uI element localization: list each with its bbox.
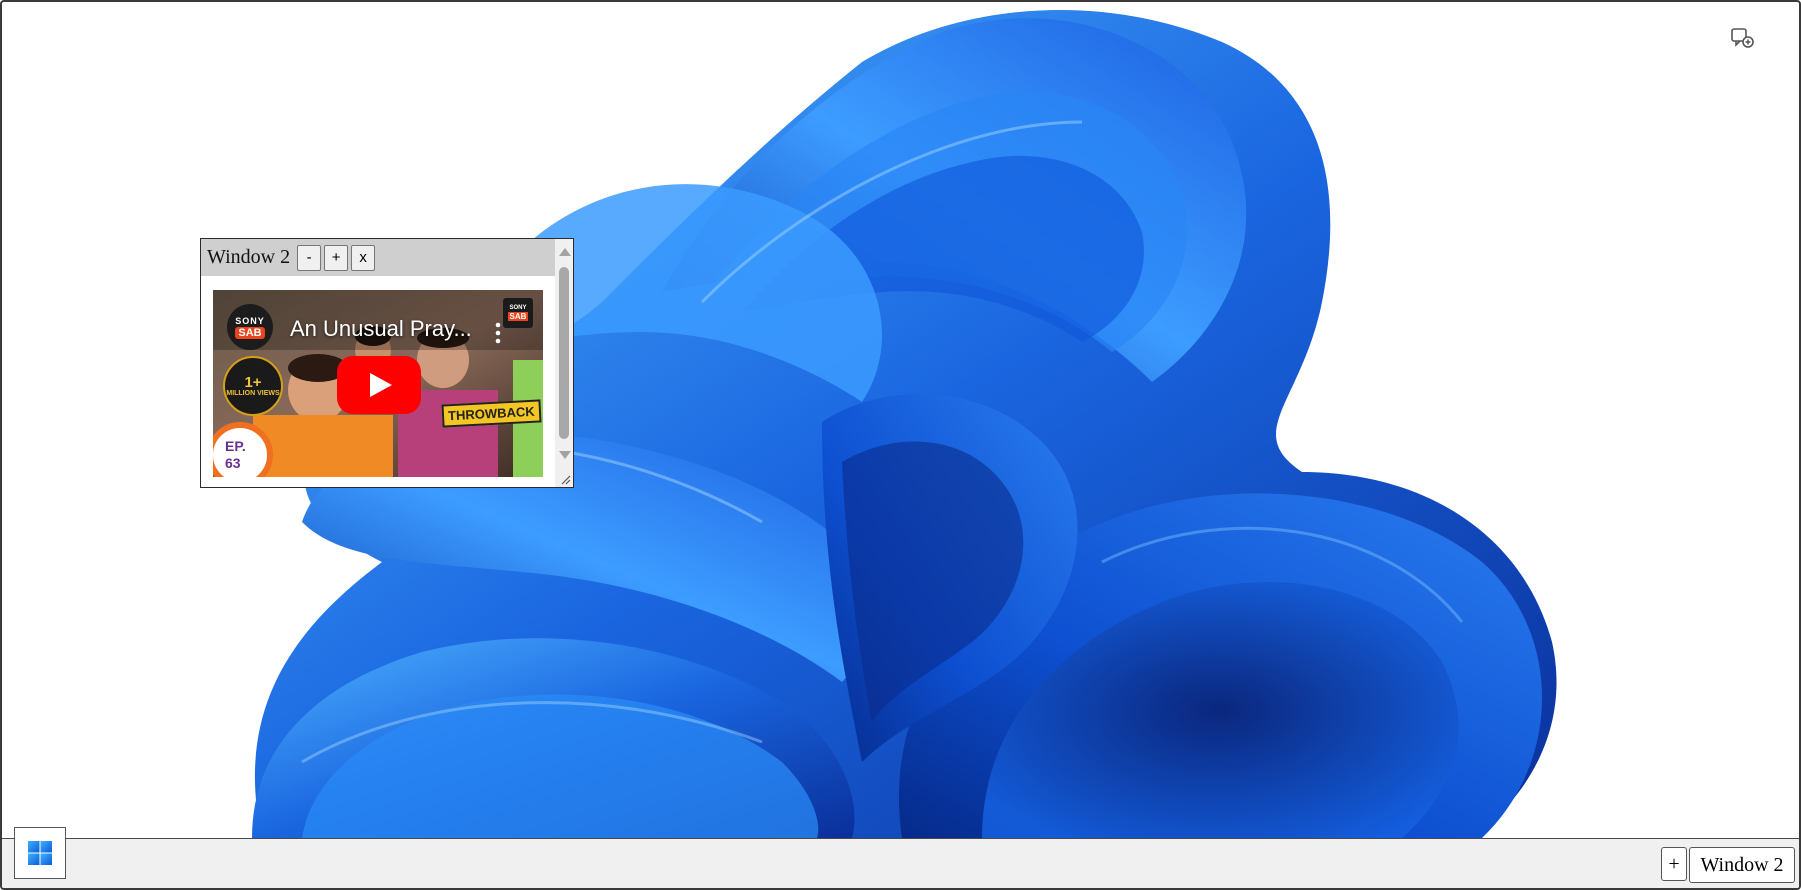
sony-sab-corner-logo: SONY SAB bbox=[503, 298, 533, 328]
scroll-up-arrow-icon[interactable] bbox=[559, 248, 571, 256]
window-title: Window 2 bbox=[207, 246, 291, 268]
taskbar: + Window 2 bbox=[2, 827, 1799, 888]
corner-logo-sony: SONY bbox=[509, 305, 527, 311]
close-button[interactable]: x bbox=[351, 244, 376, 271]
corner-logo-sab: SAB bbox=[507, 312, 529, 321]
video-title[interactable]: An Unusual Pray... bbox=[290, 316, 472, 342]
windows-logo-icon bbox=[28, 841, 52, 865]
channel-logo-sab: SAB bbox=[235, 326, 265, 339]
minimize-button[interactable]: - bbox=[297, 244, 322, 271]
youtube-play-icon[interactable] bbox=[337, 356, 421, 414]
more-vertical-icon[interactable] bbox=[495, 322, 501, 344]
channel-logo: SONY SAB bbox=[227, 304, 273, 350]
start-button[interactable] bbox=[14, 827, 66, 879]
scroll-down-arrow-icon[interactable] bbox=[559, 451, 571, 459]
window-scrollbar[interactable] bbox=[555, 239, 573, 487]
taskbar-item-window-2[interactable]: Window 2 bbox=[1689, 847, 1795, 883]
million-badge-text: MILLION VIEWS bbox=[226, 390, 280, 397]
resize-grip-icon[interactable] bbox=[559, 473, 571, 485]
chat-add-icon[interactable] bbox=[1729, 24, 1755, 50]
channel-logo-sony: SONY bbox=[235, 315, 265, 326]
youtube-video-thumbnail[interactable]: SONY SAB An Unusual Pray... SONY SAB 1+ … bbox=[213, 290, 543, 477]
window-2[interactable]: Window 2 - + x SONY SAB An Unusual Pray.… bbox=[200, 238, 574, 488]
desktop: Window 2 - + x SONY SAB An Unusual Pray.… bbox=[0, 0, 1801, 890]
scrollbar-thumb[interactable] bbox=[559, 267, 569, 439]
million-badge-count: 1+ bbox=[244, 374, 262, 391]
new-window-button[interactable]: + bbox=[1661, 847, 1687, 881]
episode-number: 63 bbox=[225, 455, 241, 471]
window-title-bar[interactable]: Window 2 - + x bbox=[201, 239, 555, 276]
maximize-button[interactable]: + bbox=[324, 244, 349, 271]
episode-prefix: EP. bbox=[225, 438, 246, 455]
million-views-badge: 1+ MILLION VIEWS bbox=[223, 356, 283, 416]
